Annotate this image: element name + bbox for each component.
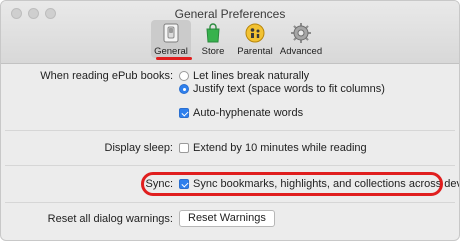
- tab-store[interactable]: Store: [193, 20, 233, 58]
- tab-general[interactable]: General: [151, 20, 191, 58]
- checkbox-auto-hyphenate[interactable]: Auto-hyphenate words: [179, 107, 303, 119]
- radio-let-lines-control[interactable]: [179, 71, 189, 81]
- tab-store-label: Store: [201, 46, 225, 57]
- general-switch-icon: [163, 23, 179, 43]
- tab-advanced[interactable]: Advanced: [277, 20, 325, 58]
- radio-let-lines-label: Let lines break naturally: [193, 70, 310, 82]
- active-tab-annotation: [156, 57, 192, 60]
- divider-2: [5, 165, 455, 166]
- reset-warnings-label: Reset all dialog warnings:: [47, 213, 173, 225]
- checkbox-extend-sleep-control[interactable]: [179, 143, 189, 153]
- radio-justify-label: Justify text (space words to fit columns…: [193, 83, 385, 95]
- title-bar: General Preferences General Store Parent…: [1, 1, 459, 64]
- radio-justify-control[interactable]: [179, 84, 189, 94]
- advanced-gear-icon: [291, 23, 311, 43]
- parental-controls-icon: [245, 23, 265, 43]
- window-title: General Preferences: [174, 7, 286, 21]
- radio-justify-text[interactable]: Justify text (space words to fit columns…: [179, 83, 385, 95]
- epub-label: When reading ePub books:: [40, 70, 173, 82]
- tab-advanced-label: Advanced: [279, 46, 323, 57]
- checkbox-extend-sleep-label: Extend by 10 minutes while reading: [193, 142, 367, 154]
- store-bag-icon: [206, 23, 220, 43]
- reset-warnings-button[interactable]: Reset Warnings: [179, 210, 275, 227]
- radio-let-lines-break[interactable]: Let lines break naturally: [179, 70, 309, 82]
- tab-parental[interactable]: Parental: [235, 20, 275, 58]
- sync-highlight-annotation: [141, 172, 443, 196]
- divider-1: [5, 130, 455, 131]
- divider-3: [5, 202, 455, 203]
- tab-parental-label: Parental: [237, 46, 273, 57]
- display-sleep-label: Display sleep:: [104, 142, 173, 154]
- preferences-toolbar: General Store Parental Advanced: [151, 20, 325, 58]
- checkbox-extend-sleep[interactable]: Extend by 10 minutes while reading: [179, 142, 367, 154]
- checkbox-auto-hyphenate-control[interactable]: [179, 108, 189, 118]
- checkbox-auto-hyphenate-label: Auto-hyphenate words: [193, 107, 304, 119]
- preferences-window: General Preferences General Store Parent…: [0, 0, 460, 241]
